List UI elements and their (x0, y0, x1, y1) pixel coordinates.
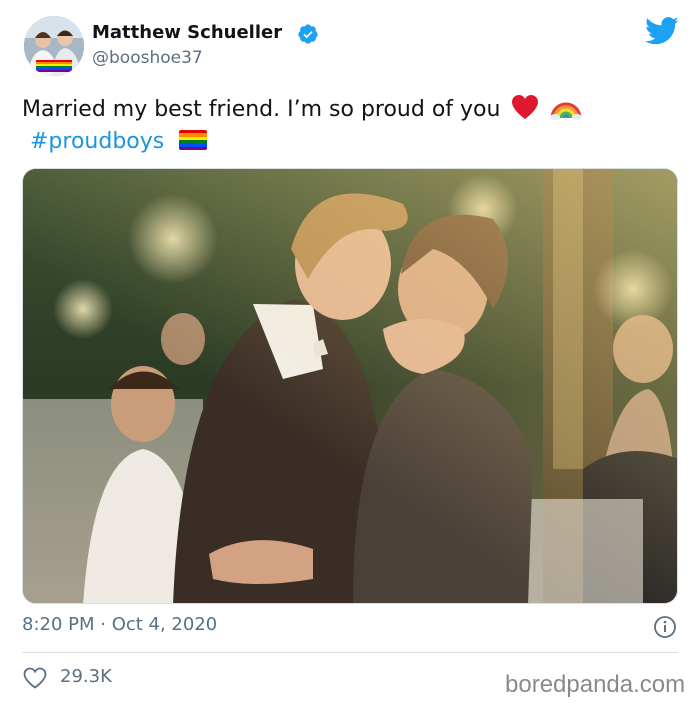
like-count: 29.3K (60, 666, 112, 687)
tweet-timestamp[interactable]: 8:20 PM · Oct 4, 2020 (22, 614, 217, 635)
author-handle[interactable]: @booshoe37 (92, 48, 203, 68)
avatar-image (24, 16, 84, 76)
verified-badge-icon (298, 24, 318, 44)
hashtag-line: #proudboys (22, 126, 682, 158)
rainbow-emoji-icon (550, 102, 583, 120)
red-heart-emoji-icon (512, 95, 539, 119)
author-name[interactable]: Matthew Schueller (92, 22, 282, 43)
twitter-bird-icon[interactable] (645, 16, 679, 46)
rainbow-flag-icon (179, 130, 208, 150)
heart-icon[interactable] (22, 666, 48, 690)
divider (22, 652, 678, 653)
tweet-text: Married my best friend. I’m so proud of … (22, 92, 682, 158)
hashtag-link[interactable]: #proudboys (30, 129, 164, 154)
tweet-body: Married my best friend. I’m so proud of … (22, 97, 501, 122)
info-icon[interactable] (653, 615, 677, 639)
author-avatar[interactable] (24, 16, 84, 76)
wedding-kiss-photo (23, 169, 677, 603)
tweet-card: Matthew Schueller @booshoe37 Married my … (0, 0, 700, 706)
tweet-photo[interactable] (22, 168, 678, 604)
watermark: boredpanda.com (505, 671, 686, 698)
